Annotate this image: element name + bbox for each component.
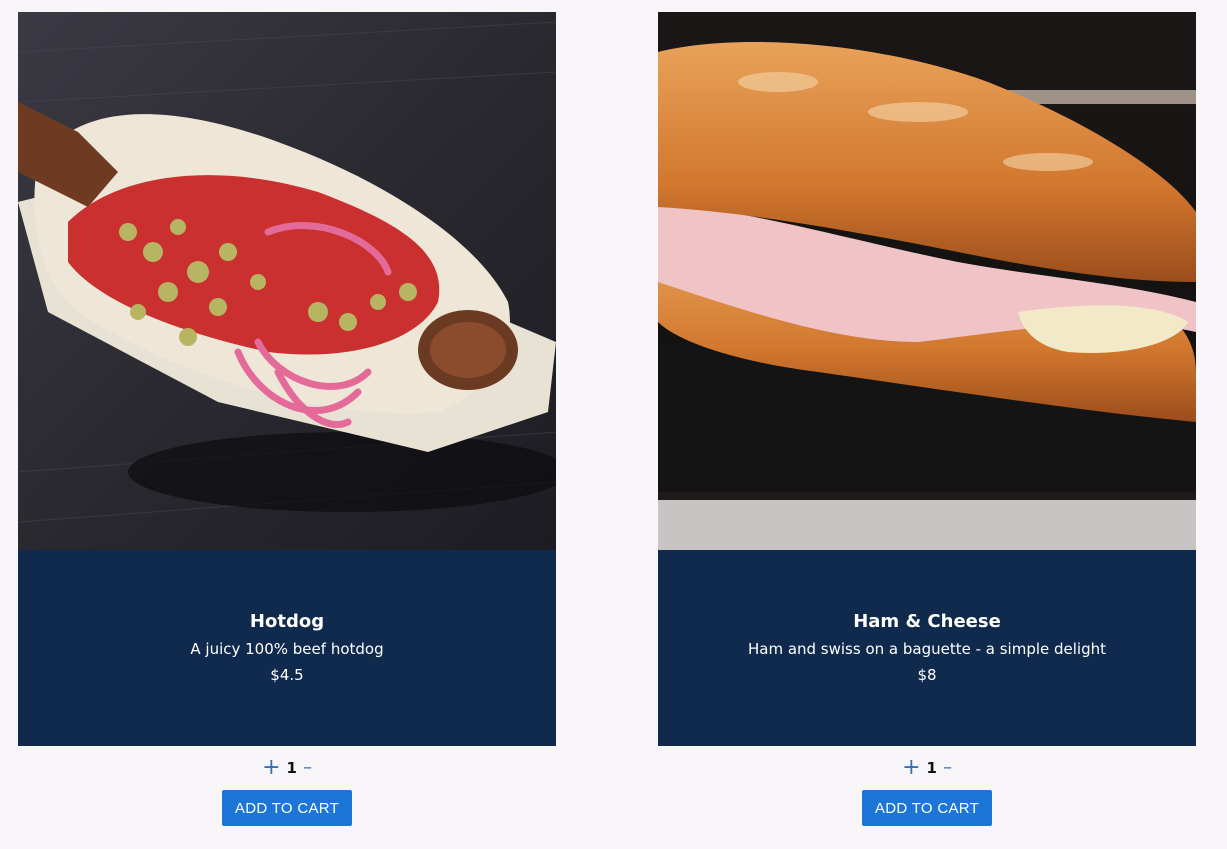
increment-button[interactable]: + <box>262 757 280 779</box>
increment-button[interactable]: + <box>902 757 920 779</box>
quantity-value: 1 <box>926 759 937 777</box>
product-description: Ham and swiss on a baguette - a simple d… <box>747 640 1107 658</box>
product-info-hotdog: Hotdog A juicy 100% beef hotdog $4.5 <box>18 550 556 746</box>
product-description: A juicy 100% beef hotdog <box>190 640 384 658</box>
decrement-button[interactable]: – <box>303 759 312 777</box>
add-to-cart-button-ham-cheese[interactable]: ADD TO CART <box>862 790 992 826</box>
product-card-hotdog: Hotdog A juicy 100% beef hotdog $4.5 + 1… <box>18 12 556 826</box>
product-card-ham-cheese: Ham & Cheese Ham and swiss on a baguette… <box>658 12 1196 826</box>
product-name: Ham & Cheese <box>853 611 1001 632</box>
product-info-ham-cheese: Ham & Cheese Ham and swiss on a baguette… <box>658 550 1196 746</box>
product-name: Hotdog <box>249 611 325 632</box>
quantity-value: 1 <box>286 759 297 777</box>
hotdog-photo <box>18 12 556 550</box>
sandwich-photo <box>658 12 1196 550</box>
product-price: $8 <box>917 666 937 684</box>
add-to-cart-button-hotdog[interactable]: ADD TO CART <box>222 790 352 826</box>
quantity-stepper-ham-cheese: + 1 – <box>658 756 1196 780</box>
decrement-button[interactable]: – <box>943 759 952 777</box>
product-price: $4.5 <box>270 666 304 684</box>
product-grid: Hotdog A juicy 100% beef hotdog $4.5 + 1… <box>0 0 1227 849</box>
quantity-stepper-hotdog: + 1 – <box>18 756 556 780</box>
